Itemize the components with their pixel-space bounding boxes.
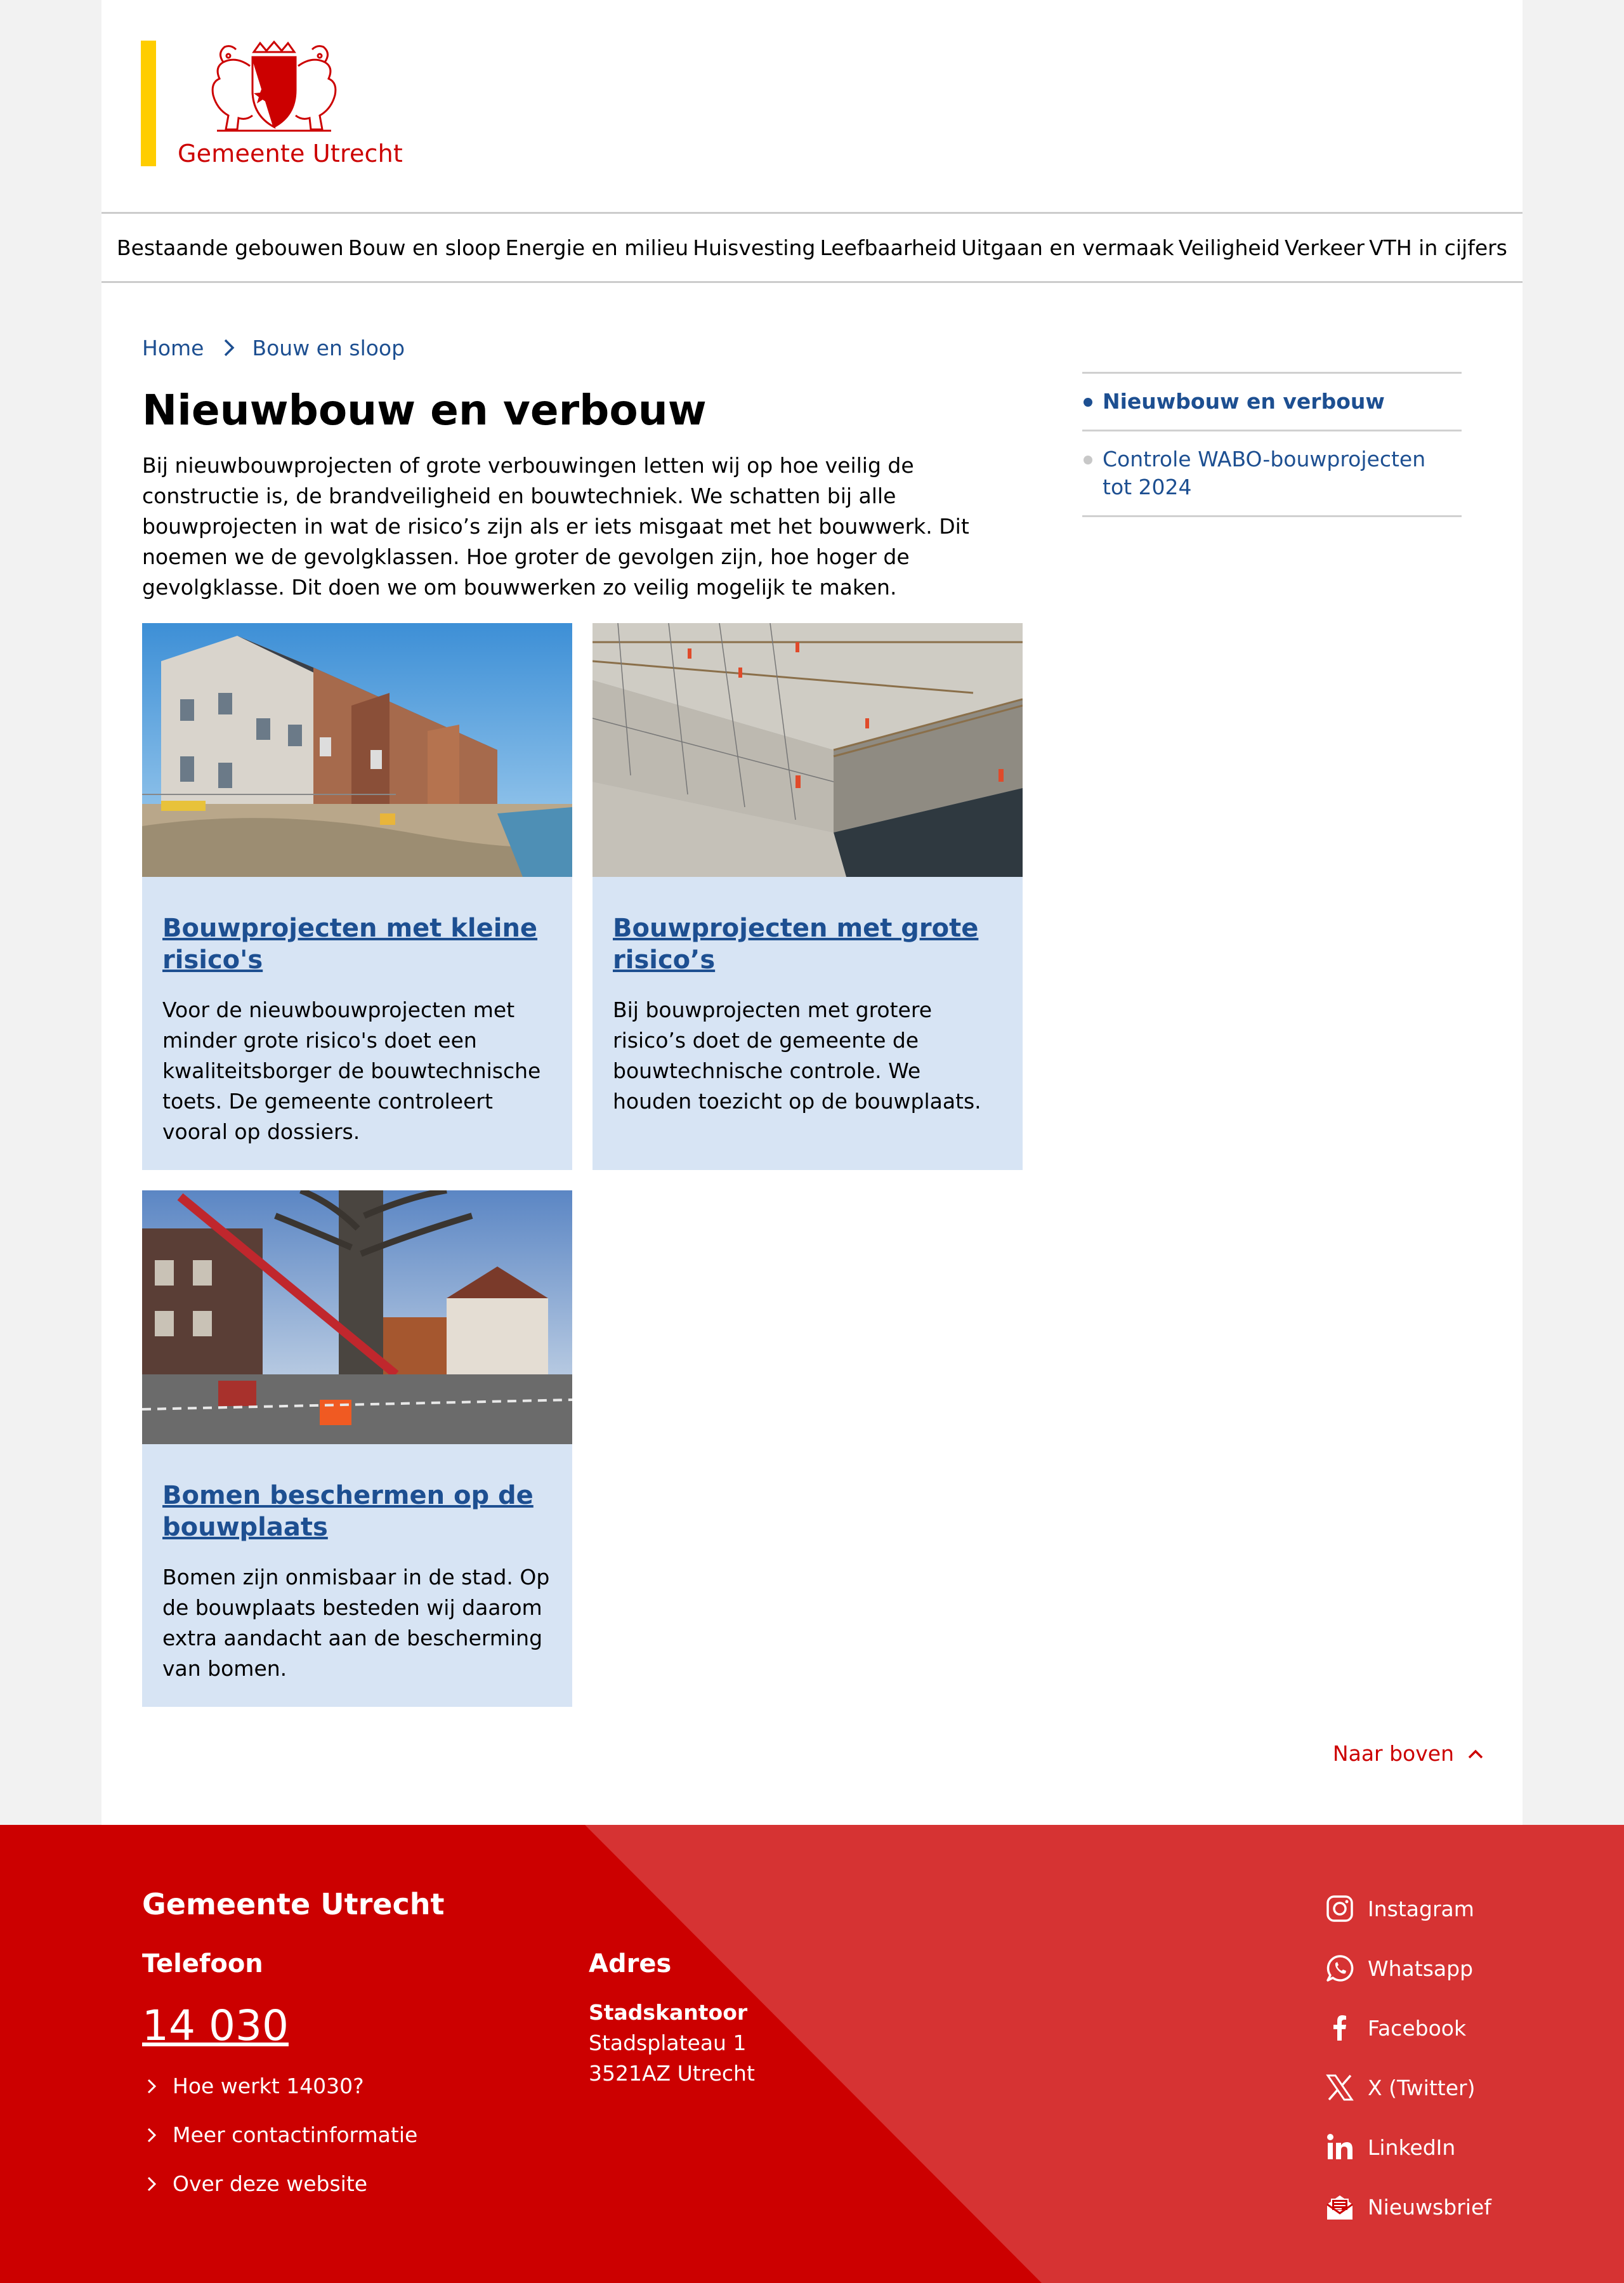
- social-link-linkedin[interactable]: LinkedIn: [1323, 2131, 1455, 2164]
- footer-address-heading: Adres: [589, 1949, 672, 1978]
- chevron-up-icon: [1468, 1749, 1483, 1758]
- x-twitter-icon: [1326, 2074, 1354, 2101]
- social-label: Nieuwsbrief: [1368, 2194, 1491, 2220]
- back-to-top-link[interactable]: Naar boven: [1333, 1741, 1487, 1766]
- sidebar-item-label: Nieuwbouw en verbouw: [1103, 389, 1385, 414]
- linkedin-icon: [1327, 2134, 1352, 2159]
- social-label: Whatsapp: [1368, 1956, 1474, 1981]
- card-image-construction-site: [593, 623, 1023, 877]
- footer-link-label: Meer contactinformatie: [173, 2122, 418, 2147]
- intro-text: Bij nieuwbouwprojecten of grote verbouwi…: [142, 453, 969, 600]
- card-text: Bij bouwprojecten met grotere risico’s d…: [613, 997, 981, 1114]
- facebook-icon: [1333, 2015, 1346, 2041]
- sidebar-navigation: Nieuwbouw en verbouw Controle WABO-bouwp…: [1082, 372, 1462, 517]
- social-link-nieuwsbrief[interactable]: Nieuwsbrief: [1323, 2190, 1491, 2223]
- breadcrumb-home[interactable]: Home: [142, 336, 204, 360]
- footer-link-label: Over deze website: [173, 2171, 368, 2196]
- nav-item-bouw-en-sloop[interactable]: Bouw en sloop: [348, 235, 501, 260]
- social-label: Instagram: [1368, 1896, 1474, 1921]
- footer-phone-heading: Telefoon: [142, 1949, 263, 1978]
- footer-address: Stadskantoor Stadsplateau 1 3521AZ Utrec…: [589, 1997, 755, 2089]
- page-title: Nieuwbouw en verbouw: [142, 386, 707, 435]
- card-title-link[interactable]: Bouwprojecten met grote risico’s: [613, 912, 1002, 976]
- social-link-whatsapp[interactable]: Whatsapp: [1323, 1952, 1473, 1985]
- footer-link-contactinformatie[interactable]: Meer contactinformatie: [142, 2122, 417, 2147]
- sidebar-item-label: Controle WABO-bouwprojecten tot 2024: [1103, 447, 1426, 499]
- social-label: LinkedIn: [1368, 2135, 1456, 2160]
- breadcrumb: Home Bouw en sloop: [142, 335, 405, 360]
- nav-item-uitgaan-en-vermaak[interactable]: Uitgaan en vermaak: [961, 235, 1174, 260]
- nav-item-energie-en-milieu[interactable]: Energie en milieu: [506, 235, 689, 260]
- footer-phone-link[interactable]: 14 030: [142, 2001, 289, 2050]
- address-street: Stadsplateau 1: [589, 2030, 747, 2055]
- whatsapp-icon: [1326, 1955, 1354, 1982]
- back-to-top-label: Naar boven: [1332, 1741, 1454, 1766]
- chevron-right-icon: [147, 2176, 157, 2191]
- newsletter-icon: [1326, 2195, 1353, 2220]
- page-container: Gemeente Utrecht Bestaande gebouwen Bouw…: [102, 0, 1522, 1825]
- card-image-new-houses: [142, 623, 572, 877]
- card-text: Voor de nieuwbouwprojecten met minder gr…: [162, 997, 541, 1144]
- social-label: Facebook: [1368, 2015, 1467, 2041]
- card-title-link[interactable]: Bomen beschermen op de bouwplaats: [162, 1480, 552, 1543]
- logo[interactable]: Gemeente Utrecht: [141, 41, 403, 168]
- coat-of-arms-icon: [211, 41, 337, 132]
- nav-item-veiligheid[interactable]: Veiligheid: [1179, 235, 1280, 260]
- nav-item-verkeer[interactable]: Verkeer: [1285, 235, 1365, 260]
- card-bomen-beschermen[interactable]: Bomen beschermen op de bouwplaats Bomen …: [142, 1190, 572, 1707]
- chevron-right-icon: [225, 339, 235, 357]
- card-title-link[interactable]: Bouwprojecten met kleine risico's: [162, 912, 552, 976]
- instagram-icon: [1326, 1895, 1353, 1922]
- main-navigation: Bestaande gebouwen Bouw en sloop Energie…: [102, 212, 1522, 283]
- footer-link-label: Hoe werkt 14030?: [173, 2074, 364, 2098]
- nav-item-bestaande-gebouwen[interactable]: Bestaande gebouwen: [117, 235, 344, 260]
- chevron-right-icon: [147, 2128, 157, 2142]
- nav-item-leefbaarheid[interactable]: Leefbaarheid: [820, 235, 957, 260]
- footer: Gemeente Utrecht Telefoon 14 030 Hoe wer…: [0, 1825, 1624, 2283]
- nav-item-huisvesting[interactable]: Huisvesting: [693, 235, 815, 260]
- social-label: X (Twitter): [1368, 2075, 1476, 2100]
- sidebar-item-nieuwbouw-en-verbouw[interactable]: Nieuwbouw en verbouw: [1082, 372, 1462, 430]
- card-text: Bomen zijn onmisbaar in de stad. Op de b…: [162, 1565, 550, 1681]
- sidebar-item-controle-wabo[interactable]: Controle WABO-bouwprojecten tot 2024: [1082, 430, 1462, 517]
- social-link-x-twitter[interactable]: X (Twitter): [1323, 2071, 1475, 2104]
- nav-item-vth-in-cijfers[interactable]: VTH in cijfers: [1369, 235, 1507, 260]
- card-grote-risicos[interactable]: Bouwprojecten met grote risico’s Bij bou…: [593, 623, 1023, 1170]
- chevron-right-icon: [147, 2079, 157, 2093]
- breadcrumb-current[interactable]: Bouw en sloop: [252, 336, 405, 360]
- footer-link-over-website[interactable]: Over deze website: [142, 2171, 367, 2196]
- social-link-facebook[interactable]: Facebook: [1323, 2011, 1466, 2044]
- social-link-instagram[interactable]: Instagram: [1323, 1892, 1474, 1925]
- footer-org-name: Gemeente Utrecht: [142, 1887, 445, 1921]
- card-kleine-risicos[interactable]: Bouwprojecten met kleine risico's Voor d…: [142, 623, 572, 1170]
- address-city: 3521AZ Utrecht: [589, 2061, 755, 2086]
- address-name: Stadskantoor: [589, 2000, 748, 2025]
- logo-yellow-bar: [141, 41, 156, 166]
- logo-text: Gemeente Utrecht: [178, 140, 403, 168]
- bullet-icon: [1084, 398, 1092, 407]
- card-image-tree-crane: [142, 1190, 572, 1444]
- footer-link-hoe-werkt[interactable]: Hoe werkt 14030?: [142, 2074, 364, 2098]
- bullet-icon: [1084, 456, 1092, 464]
